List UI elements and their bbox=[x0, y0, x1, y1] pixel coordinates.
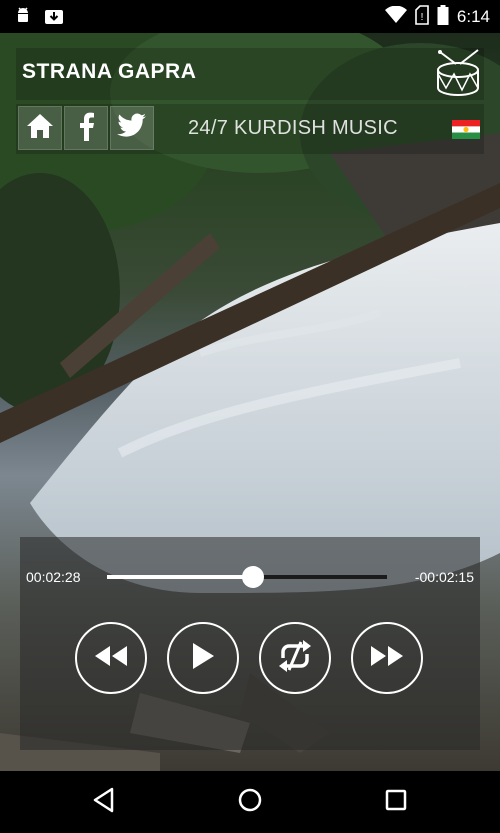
download-icon bbox=[44, 6, 64, 30]
fast-forward-icon bbox=[367, 644, 407, 672]
drum-icon[interactable] bbox=[428, 44, 484, 100]
tagline: 24/7 KURDISH MUSIC bbox=[188, 117, 398, 139]
twitter-button[interactable] bbox=[110, 106, 154, 150]
remaining-time: -00:02:15 bbox=[414, 569, 474, 585]
social-bar: 24/7 KURDISH MUSIC bbox=[16, 104, 484, 154]
no-sim-icon: ! bbox=[415, 5, 429, 29]
recents-icon bbox=[384, 788, 408, 816]
kurdistan-flag-icon bbox=[452, 120, 480, 139]
facebook-button[interactable] bbox=[64, 106, 108, 150]
status-clock: 6:14 bbox=[456, 7, 490, 26]
back-icon bbox=[92, 787, 116, 817]
seek-bar[interactable] bbox=[107, 566, 387, 588]
home-icon bbox=[25, 112, 55, 144]
recents-button[interactable] bbox=[382, 788, 410, 816]
home-circle-icon bbox=[237, 787, 263, 817]
status-bar: ! 6:14 bbox=[0, 0, 500, 33]
repeat-button[interactable] bbox=[259, 622, 331, 694]
fast-forward-button[interactable] bbox=[351, 622, 423, 694]
back-button[interactable] bbox=[90, 787, 118, 817]
battery-icon bbox=[437, 5, 449, 29]
wifi-icon bbox=[384, 5, 407, 28]
repeat-icon bbox=[275, 638, 315, 678]
play-button[interactable] bbox=[167, 622, 239, 694]
navigation-bar bbox=[0, 771, 500, 833]
android-debug-icon bbox=[14, 6, 32, 30]
svg-text:!: ! bbox=[421, 12, 424, 23]
facebook-icon bbox=[77, 111, 95, 145]
rewind-icon bbox=[91, 644, 131, 672]
app-header: STRANA GAPRA bbox=[16, 48, 484, 100]
home-button[interactable] bbox=[18, 106, 62, 150]
seek-bar-fill bbox=[107, 575, 253, 579]
elapsed-time: 00:02:28 bbox=[26, 569, 81, 585]
player-panel: 00:02:28 -00:02:15 bbox=[20, 537, 480, 750]
home-nav-button[interactable] bbox=[236, 788, 264, 816]
seek-bar-thumb[interactable] bbox=[241, 566, 264, 588]
twitter-icon bbox=[117, 113, 147, 143]
rewind-button[interactable] bbox=[75, 622, 147, 694]
app-title: STRANA GAPRA bbox=[22, 60, 197, 83]
play-icon bbox=[190, 641, 216, 675]
